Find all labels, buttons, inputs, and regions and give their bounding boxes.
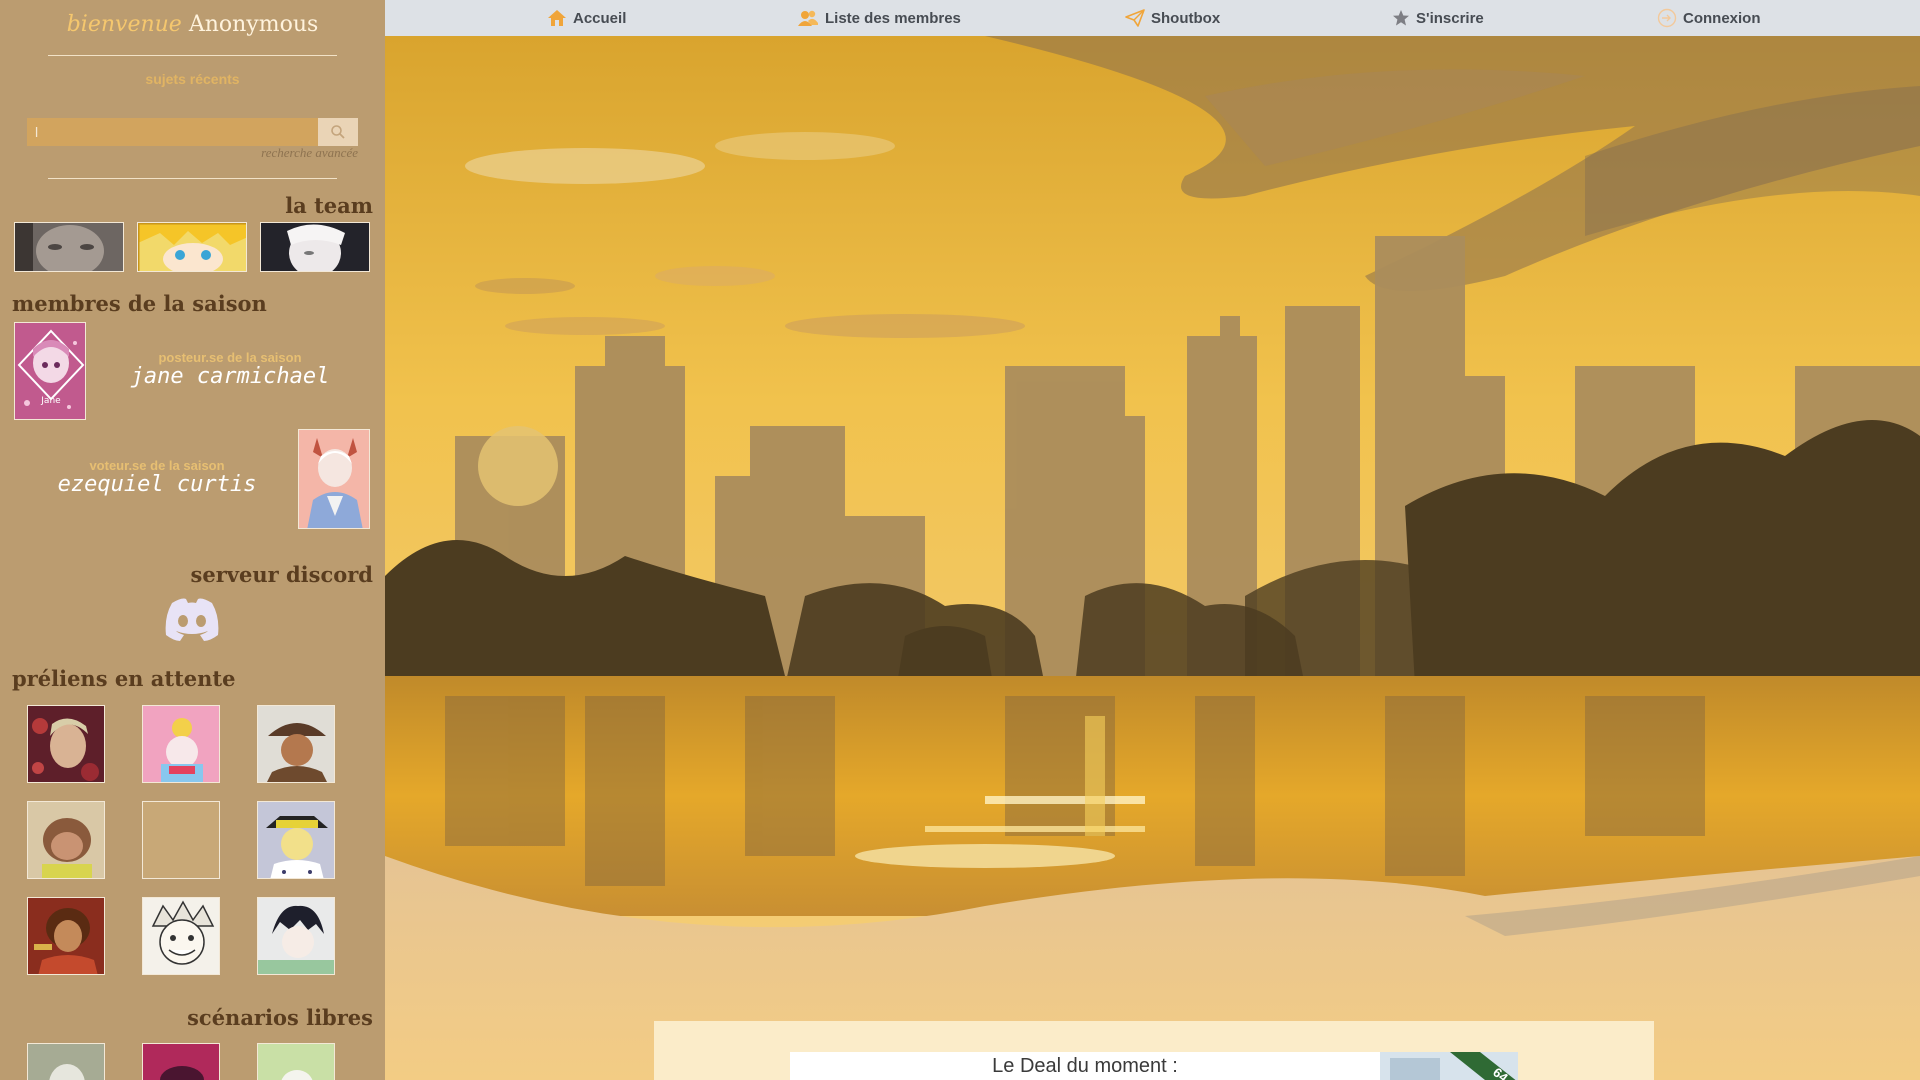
nav-register-label: S'inscrire [1416, 9, 1484, 27]
prelink-avatar[interactable] [142, 897, 220, 975]
poster-name[interactable]: jane carmichael [110, 364, 350, 389]
poster-avatar[interactable]: Jane [14, 322, 86, 420]
nav-home-label: Accueil [573, 9, 627, 27]
login-icon [1657, 8, 1677, 28]
divider [48, 178, 337, 179]
team-avatar[interactable] [137, 222, 247, 272]
discord-title: serveur discord [190, 562, 373, 587]
prelink-avatar[interactable] [27, 705, 105, 783]
nav-shoutbox[interactable]: Shoutbox [1125, 0, 1220, 36]
star-icon [1393, 10, 1409, 26]
nav-login[interactable]: Connexion [1657, 0, 1761, 36]
prelink-avatar[interactable] [257, 897, 335, 975]
poster-label: posteur.se de la saison [158, 350, 302, 365]
paper-plane-icon [1125, 9, 1145, 27]
discord-icon [165, 598, 219, 641]
content-box: Le Deal du moment : 64 [654, 1021, 1654, 1080]
prelink-avatar[interactable] [27, 897, 105, 975]
advanced-search-link[interactable]: recherche avancée [261, 145, 358, 161]
members-icon [798, 10, 818, 26]
welcome-username: Anonymous [188, 12, 319, 37]
welcome-message: bienvenue Anonymous [0, 12, 385, 37]
team-avatar[interactable] [14, 222, 124, 272]
season-title: membres de la saison [12, 291, 267, 316]
recent-topics-link[interactable]: sujets récents [0, 71, 385, 87]
team-title: la team [285, 193, 373, 218]
scenario-avatar[interactable] [257, 1043, 335, 1080]
deal-title: Le Deal du moment : [992, 1055, 1178, 1077]
header-banner-image [385, 36, 1920, 1080]
discord-link[interactable] [162, 597, 222, 643]
home-icon [548, 10, 566, 26]
prelink-avatar-empty[interactable] [142, 801, 220, 879]
deal-image[interactable]: 64 [1380, 1052, 1518, 1080]
search-input[interactable]: l [27, 118, 318, 146]
nav-shoutbox-label: Shoutbox [1151, 9, 1221, 27]
welcome-prefix: bienvenue [66, 12, 182, 37]
prelink-avatar[interactable] [27, 801, 105, 879]
voter-label: voteur.se de la saison [89, 458, 225, 473]
voter-name[interactable]: ezequiel curtis [37, 472, 277, 497]
nav-register[interactable]: S'inscrire [1392, 0, 1484, 36]
search-icon [331, 125, 345, 139]
prelink-avatar[interactable] [257, 705, 335, 783]
prelinks-title: préliens en attente [12, 666, 236, 691]
scenario-avatar[interactable] [27, 1043, 105, 1080]
svg-text:Jane: Jane [40, 396, 61, 406]
deal-widget[interactable]: Le Deal du moment : 64 [790, 1052, 1518, 1080]
search-button[interactable] [318, 118, 358, 146]
top-navigation: Accueil Liste des membres Shoutbox S'ins… [385, 0, 1920, 36]
nav-home[interactable]: Accueil [547, 0, 626, 36]
nav-login-label: Connexion [1683, 9, 1761, 27]
team-avatar[interactable] [260, 222, 370, 272]
sidebar: bienvenue Anonymous sujets récents l rec… [0, 0, 385, 1080]
nav-members[interactable]: Liste des membres [797, 0, 961, 36]
prelink-avatar[interactable] [257, 801, 335, 879]
scenario-avatar[interactable] [142, 1043, 220, 1080]
voter-avatar[interactable] [298, 429, 370, 529]
nav-members-label: Liste des membres [825, 9, 961, 27]
divider [48, 55, 337, 56]
free-scenarios-title: scénarios libres [187, 1005, 373, 1030]
prelink-avatar[interactable] [142, 705, 220, 783]
